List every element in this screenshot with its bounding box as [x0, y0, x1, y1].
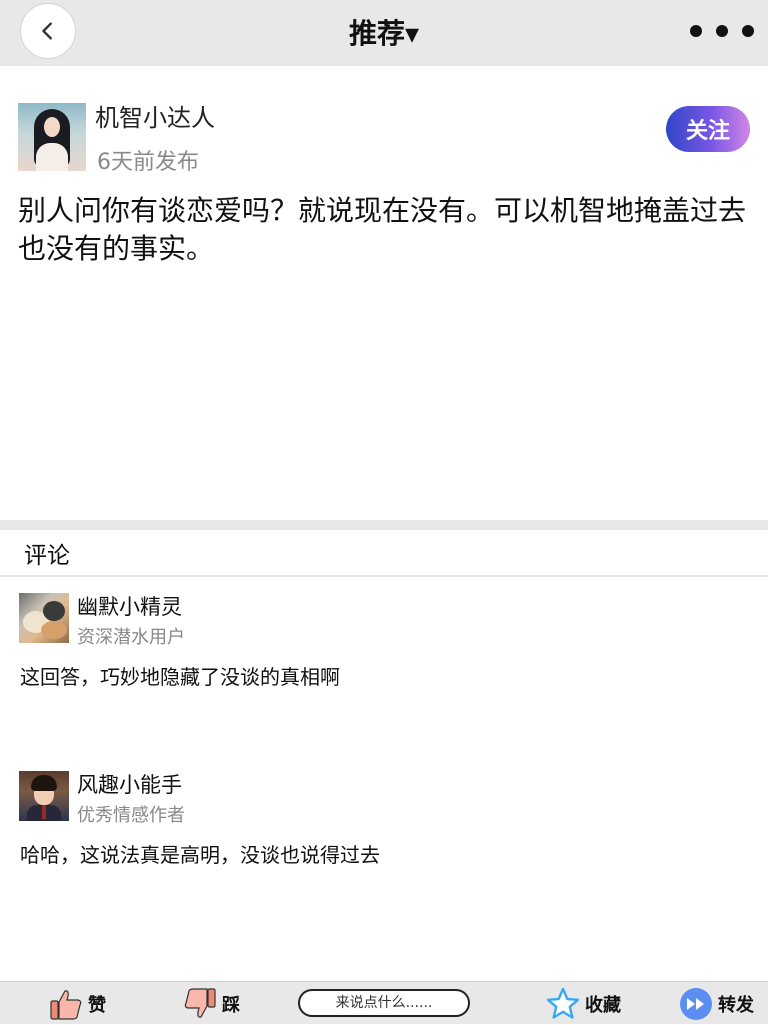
avatar-shape: [31, 775, 57, 791]
more-dot: [742, 25, 754, 37]
more-button[interactable]: [690, 22, 754, 40]
comments-divider: [0, 575, 768, 577]
avatar-shape: [42, 805, 46, 819]
comment-author-name[interactable]: 风趣小能手: [77, 769, 182, 799]
favorite-label: 收藏: [585, 994, 621, 1016]
comment-author-name[interactable]: 幽默小精灵: [77, 591, 182, 621]
follow-button[interactable]: 关注: [666, 106, 750, 152]
share-button[interactable]: 转发: [678, 982, 754, 1025]
comment-author-title: 资深潜水用户: [77, 627, 185, 648]
comment-input[interactable]: [298, 989, 470, 1017]
post-time: 6天前发布: [97, 150, 199, 175]
avatar-shape: [43, 601, 65, 621]
post-body: 别人问你有谈恋爱吗？就说现在没有。可以机智地掩盖过去也没有的事实。: [18, 194, 747, 265]
fast-forward-icon: [680, 987, 712, 1020]
author-avatar[interactable]: [18, 103, 86, 171]
more-dot: [716, 25, 728, 37]
dislike-button[interactable]: 踩: [182, 982, 240, 1025]
comments-title: 评论: [24, 543, 70, 569]
share-label: 转发: [718, 994, 754, 1016]
feed-selector[interactable]: 推荐▾: [0, 12, 768, 52]
like-button[interactable]: 赞: [48, 982, 106, 1025]
like-label: 赞: [88, 994, 106, 1016]
comment-avatar[interactable]: [19, 771, 69, 821]
comment-author-title: 优秀情感作者: [77, 805, 185, 826]
avatar-face: [44, 117, 60, 137]
thumbs-up-icon: [50, 989, 82, 1020]
thumbs-down-icon: [184, 987, 216, 1018]
comment-text: 这回答，巧妙地隐藏了没谈的真相啊: [20, 665, 340, 689]
more-dots-icon: [690, 25, 702, 37]
comment-avatar[interactable]: [19, 593, 69, 643]
comment-text: 哈哈，这说法真是高明，没谈也说得过去: [20, 843, 380, 867]
favorite-button[interactable]: 收藏: [545, 982, 621, 1025]
avatar-shape: [41, 621, 67, 639]
star-icon: [546, 987, 580, 1019]
avatar-dress: [36, 143, 68, 171]
section-divider: [0, 520, 768, 530]
dislike-label: 踩: [222, 994, 240, 1016]
author-name[interactable]: 机智小达人: [95, 98, 215, 133]
top-bar: 推荐▾: [0, 0, 768, 66]
